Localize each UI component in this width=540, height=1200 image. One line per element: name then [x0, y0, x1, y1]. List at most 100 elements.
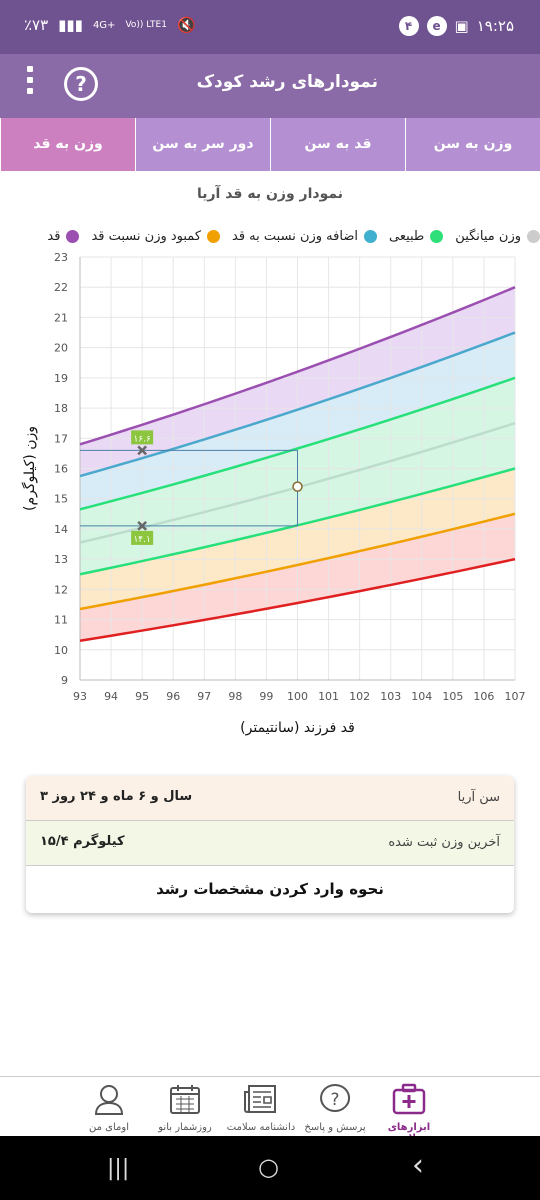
x-tick-label: 103	[380, 690, 401, 703]
y-axis-title: وزن (کیلوگرم)	[21, 426, 38, 511]
tab-weight-for-age[interactable]: وزن به سن	[405, 118, 540, 171]
app-bar: ? نمودارهای رشد کودک	[0, 54, 540, 118]
nav-qa[interactable]: ? پرسش و پاسخ	[298, 1082, 372, 1133]
notification-badge: ۴	[398, 16, 419, 36]
legend-item-average-weight[interactable]: وزن میانگین	[455, 225, 540, 247]
x-tick-label: 104	[411, 690, 432, 703]
legend-label: کمبود وزن نسبت قد	[91, 228, 202, 244]
x-tick-label: 93	[73, 690, 87, 703]
legend-dot	[66, 229, 80, 243]
nav-label: پرسش و پاسخ	[304, 1122, 366, 1133]
y-tick-label: 17	[54, 432, 68, 445]
age-value: ۳ سال و ۶ ماه و ۲۴ روز	[40, 789, 193, 804]
legend-label: وزن میانگین	[455, 228, 521, 244]
y-tick-label: 11	[54, 614, 68, 627]
x-tick-label: 98	[228, 690, 242, 703]
x-tick-label: 95	[135, 690, 149, 703]
y-tick-label: 9	[61, 674, 68, 687]
age-row: سن آریا ۳ سال و ۶ ماه و ۲۴ روز	[26, 776, 514, 821]
y-tick-label: 23	[54, 251, 68, 264]
back-button[interactable]: ‹	[412, 1148, 424, 1183]
x-tick-label: 99	[259, 690, 273, 703]
home-button[interactable]: ○	[258, 1153, 279, 1181]
legend-item-height[interactable]: قد	[47, 225, 80, 247]
image-notification-icon: ▣	[454, 17, 469, 35]
tab-head-circumference[interactable]: دور سر به سن	[135, 118, 270, 171]
nav-encyclopedia[interactable]: دانشنامه سلامت	[224, 1082, 298, 1133]
tab-weight-for-height[interactable]: وزن به قد	[0, 118, 135, 171]
weight-for-height-chart[interactable]: 93 94 95 96 97 98 99 100 101 102 103 104 105 106 107 9 1…	[0, 245, 540, 745]
legend-dot	[527, 229, 540, 243]
calendar-icon	[170, 1085, 200, 1114]
legend-dot	[207, 229, 221, 243]
bottom-nav: ابزارهای سلامت ? پرسش و پاسخ دانشنامه سل…	[0, 1076, 540, 1144]
weight-value: ۱۵/۴ کیلوگرم	[40, 834, 125, 849]
x-tick-label: 100	[287, 690, 308, 703]
nav-label: اومای من	[89, 1122, 129, 1133]
legend-label: قد	[47, 228, 61, 244]
legend-dot	[363, 229, 377, 243]
y-tick-label: 16	[54, 463, 68, 476]
x-tick-label: 97	[197, 690, 211, 703]
question-bubble-icon: ?	[320, 1084, 351, 1112]
info-card: سن آریا ۳ سال و ۶ ماه و ۲۴ روز آخرین وزن…	[26, 776, 514, 913]
status-right: ۴ e ▣ ۱۹:۲۵	[398, 16, 514, 36]
mute-icon: 🔇	[176, 16, 196, 34]
x-tick-label: 106	[473, 690, 494, 703]
x-tick-label: 102	[349, 690, 370, 703]
legend-label: اضافه وزن نسبت به قد	[232, 228, 358, 244]
app-notification-icon: e	[426, 16, 447, 36]
y-tick-label: 19	[54, 372, 68, 385]
network-type: 4G+	[92, 19, 116, 31]
legend-item-underweight[interactable]: کمبود وزن نسبت قد	[91, 225, 221, 247]
legend-label: طبیعی	[388, 228, 425, 244]
y-tick-label: 22	[54, 281, 68, 294]
y-tick-label: 20	[54, 342, 68, 355]
nav-calendar[interactable]: روزشمار بانو	[148, 1082, 222, 1133]
current-measurement-point	[292, 481, 303, 492]
first-aid-kit-icon	[392, 1083, 426, 1115]
nav-label: دانشنامه سلامت	[226, 1122, 296, 1133]
x-tick-label: 107	[505, 690, 526, 703]
battery-indicator: ٪۷۳	[24, 16, 49, 34]
page-title: نمودارهای رشد کودک	[196, 72, 378, 92]
y-tick-label: 12	[54, 583, 68, 596]
legend-item-overweight[interactable]: اضافه وزن نسبت به قد	[232, 225, 377, 247]
y-tick-label: 15	[54, 493, 68, 506]
age-label: سن آریا	[457, 790, 500, 805]
howto-button[interactable]: نحوه وارد کردن مشخصات رشد	[26, 866, 514, 912]
x-tick-label: 101	[318, 690, 339, 703]
y-tick-label: 10	[54, 644, 68, 657]
help-icon[interactable]: ?	[64, 67, 98, 101]
x-tick-label: 105	[442, 690, 463, 703]
y-tick-label: 21	[54, 311, 68, 324]
y-tick-label: 13	[54, 553, 68, 566]
y-tick-label: 18	[54, 402, 68, 415]
user-profile-icon	[94, 1085, 124, 1115]
y-tick-label: 14	[54, 523, 68, 536]
tab-height-for-age[interactable]: قد به سن	[270, 118, 405, 171]
chart-legend: قد کمبود وزن نسبت قد اضافه وزن نسبت به ق…	[47, 225, 540, 247]
recent-apps-button[interactable]: |||	[107, 1156, 129, 1181]
weight-label: آخرین وزن ثبت شده	[388, 835, 500, 850]
status-left: ٪۷۳ ▮▮▮ 4G+ Vo)) LTE1 🔇	[24, 16, 196, 34]
x-tick-label: 94	[104, 690, 118, 703]
marker-label-1: ۱۴.۱	[133, 535, 150, 545]
volte-indicator: Vo)) LTE1	[125, 20, 167, 30]
status-bar: ٪۷۳ ▮▮▮ 4G+ Vo)) LTE1 🔇 ۴ e ▣ ۱۹:۲۵	[0, 0, 540, 54]
svg-text:?: ?	[330, 1090, 339, 1110]
chart-tabs: وزن به سن قد به سن دور سر به سن وزن به ق…	[0, 118, 540, 171]
overflow-menu-icon[interactable]	[24, 66, 36, 94]
x-tick-label: 96	[166, 690, 180, 703]
signal-icon: ▮▮▮	[58, 16, 83, 34]
weight-row: آخرین وزن ثبت شده ۱۵/۴ کیلوگرم	[26, 821, 514, 866]
marker-label-0: ۱۶.۶	[133, 434, 151, 444]
clock: ۱۹:۲۵	[476, 17, 514, 35]
x-axis-title: قد فرزند (سانتیمتر)	[240, 720, 355, 736]
nav-health-tools[interactable]: ابزارهای سلامت	[372, 1082, 446, 1144]
nav-label: روزشمار بانو	[158, 1122, 212, 1133]
legend-dot	[430, 229, 444, 243]
nav-profile[interactable]: اومای من	[72, 1082, 146, 1133]
legend-item-normal[interactable]: طبیعی	[388, 225, 444, 247]
system-nav-bar: ||| ○ ‹	[0, 1136, 540, 1200]
